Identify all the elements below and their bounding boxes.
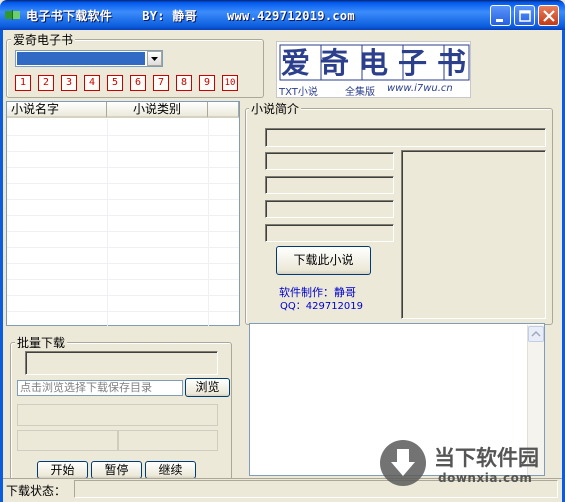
batch-progress-field <box>25 351 218 375</box>
grid-row-line <box>7 263 239 264</box>
logo-banner: 爱奇电子书 TXT小说 全集版 www.i7wu.cn <box>276 41 471 98</box>
chevron-up-icon <box>531 330 541 337</box>
column-header-name[interactable]: 小说名字 <box>7 102 107 118</box>
novel-info-field-3 <box>265 200 394 218</box>
column-header-category[interactable]: 小说类别 <box>107 102 208 118</box>
batch-group-label: 批量下载 <box>15 334 68 351</box>
page-button-9[interactable]: 9 <box>199 75 215 91</box>
close-icon <box>543 10 555 22</box>
grid-row-line <box>7 311 239 312</box>
status-label: 下载状态： <box>6 484 67 498</box>
page-button-7[interactable]: 7 <box>153 75 169 91</box>
grid-row-line <box>7 151 239 152</box>
intro-group-label: 小说简介 <box>249 100 302 117</box>
page-button-4[interactable]: 4 <box>84 75 100 91</box>
page-button-8[interactable]: 8 <box>176 75 192 91</box>
grid-row-line <box>7 199 239 200</box>
minimize-button[interactable] <box>490 5 511 26</box>
novel-cover-image <box>401 150 546 319</box>
source-select-value <box>17 52 145 65</box>
start-button[interactable]: 开始 <box>37 461 88 479</box>
page-button-3[interactable]: 3 <box>61 75 77 91</box>
logo-edition: 全集版 <box>345 87 375 98</box>
novel-list[interactable]: 小说名字 小说类别 <box>6 101 240 326</box>
window-title: 电子书下载软件 BY: 静哥 www.429712019.com <box>26 9 355 23</box>
qq-credit: QQ：429712019 <box>280 301 364 312</box>
download-novel-button[interactable]: 下载此小说 <box>276 246 371 275</box>
scroll-up-button[interactable] <box>528 326 544 342</box>
logo-main-text: 爱奇电子书 <box>281 46 477 80</box>
page-button-2[interactable]: 2 <box>38 75 54 91</box>
dropdown-button[interactable] <box>147 51 162 66</box>
page-button-5[interactable]: 5 <box>107 75 123 91</box>
novel-title-field <box>265 128 546 147</box>
maximize-button[interactable] <box>514 5 535 26</box>
column-header-blank <box>208 102 239 118</box>
page-button-10[interactable]: 10 <box>222 75 238 91</box>
grid-row-line <box>7 295 239 296</box>
grid-row-line <box>7 135 239 136</box>
minimize-icon <box>496 19 503 22</box>
watermark: 当下软件园 downxia.com <box>378 438 548 490</box>
grid-column-line <box>107 119 108 326</box>
watermark-url: downxia.com <box>438 471 533 485</box>
grid-row-line <box>7 279 239 280</box>
download-arrow-icon <box>380 440 426 486</box>
batch-stat-field-1 <box>17 430 118 451</box>
source-select[interactable] <box>15 50 163 67</box>
grid-row-line <box>7 183 239 184</box>
save-path-input[interactable]: 点击浏览选择下载保存目录 <box>17 380 183 396</box>
novel-info-field-4 <box>265 224 394 242</box>
source-group-label: 爱奇电子书 <box>11 31 76 48</box>
page-button-1[interactable]: 1 <box>15 75 31 91</box>
continue-button[interactable]: 继续 <box>145 461 196 479</box>
maximize-icon <box>519 10 531 22</box>
app-icon <box>5 10 20 20</box>
grid-row-line <box>7 167 239 168</box>
grid-row-line <box>7 231 239 232</box>
novel-info-field-1 <box>265 152 394 170</box>
grid-row-line <box>7 247 239 248</box>
chevron-down-icon <box>151 57 158 61</box>
grid-row-line <box>7 215 239 216</box>
close-button[interactable] <box>538 5 559 26</box>
logo-txt-label: TXT小说 <box>279 87 318 98</box>
page-button-6[interactable]: 6 <box>130 75 146 91</box>
grid-column-line <box>208 119 209 326</box>
batch-info-field <box>17 404 218 426</box>
novel-info-field-2 <box>265 176 394 194</box>
pause-button[interactable]: 暂停 <box>91 461 142 479</box>
batch-stat-field-2 <box>118 430 218 451</box>
browse-button[interactable]: 浏览 <box>185 378 230 397</box>
watermark-name: 当下软件园 <box>434 446 539 470</box>
logo-url: www.i7wu.cn <box>387 83 453 94</box>
